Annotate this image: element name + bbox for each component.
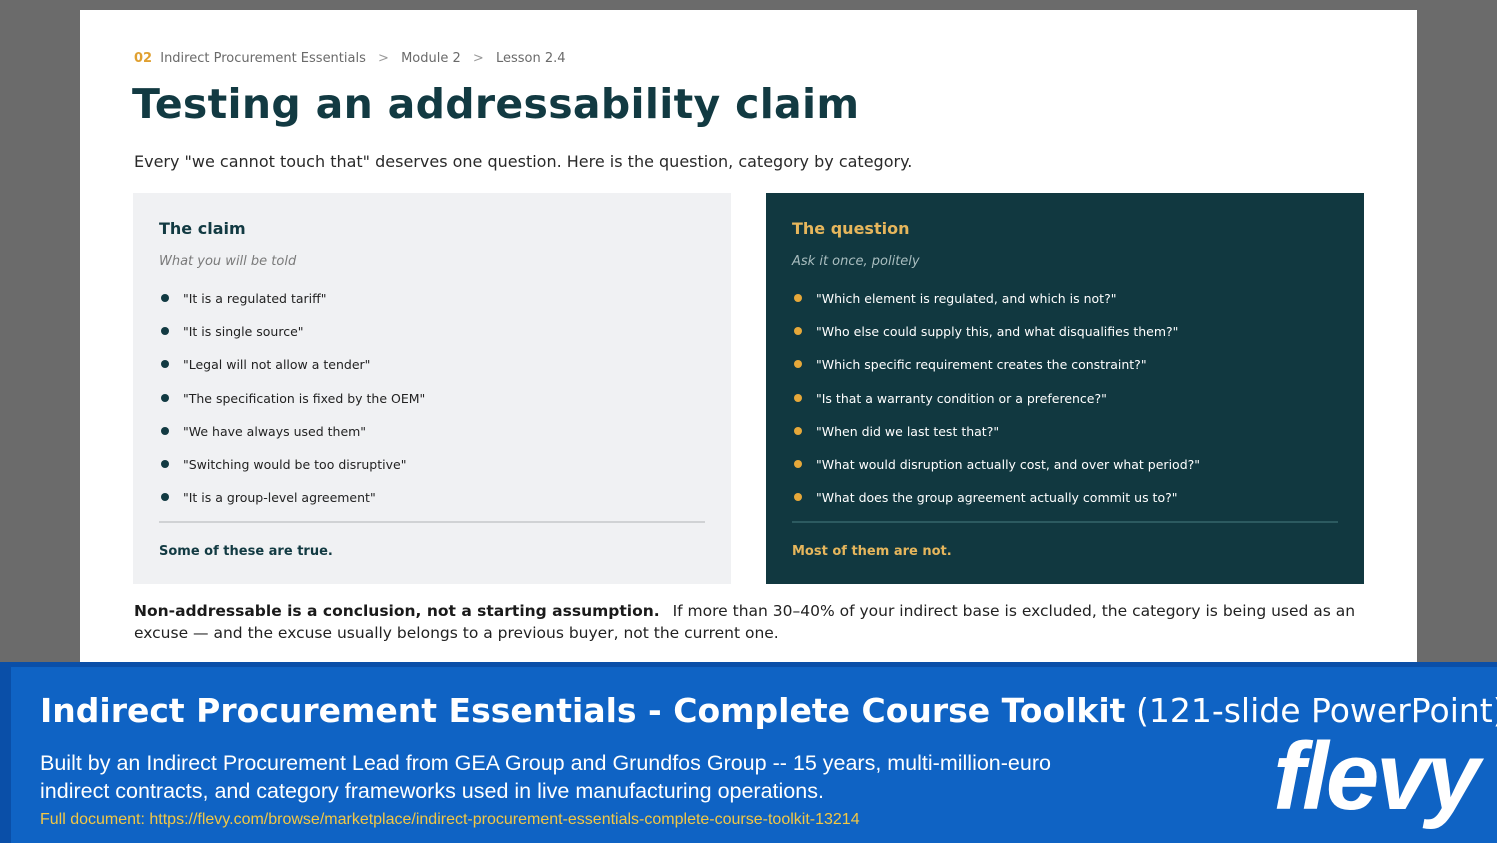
bullet-icon	[794, 294, 802, 302]
claim-list-item: "It is a regulated tariff"	[159, 291, 425, 324]
bullet-icon	[794, 393, 802, 402]
claim-list-item: "It is single source"	[159, 324, 425, 357]
breadcrumb-course: Indirect Procurement Essentials	[160, 51, 366, 66]
claim-card: The claim What you will be told "It is a…	[133, 193, 731, 584]
question-card-subheading: Ask it once, politely	[792, 254, 920, 269]
claim-list: "It is a regulated tariff" "It is single…	[159, 291, 425, 523]
claim-list-item: "We have always used them"	[159, 424, 425, 457]
question-list: "Which element is regulated, and which i…	[792, 291, 1200, 523]
question-list-item: "What would disruption actually cost, an…	[792, 457, 1200, 490]
breadcrumb-number: 02	[134, 51, 153, 66]
bullet-icon	[161, 426, 169, 435]
claim-list-item: "It is a group-level agreement"	[159, 490, 425, 523]
promo-banner: Indirect Procurement Essentials - Comple…	[0, 662, 1497, 843]
bullet-icon	[161, 459, 169, 468]
breadcrumb-lesson: Lesson 2.4	[495, 51, 566, 66]
claim-card-footer: Some of these are true.	[159, 544, 333, 559]
question-list-item: "Is that a warranty condition or a prefe…	[792, 391, 1200, 424]
flevy-logo[interactable]: flevy	[1273, 729, 1480, 825]
breadcrumb-module: Module 2	[401, 51, 461, 66]
question-list-item: "Who else could supply this, and what di…	[792, 324, 1200, 357]
slide-subtitle: Every "we cannot touch that" deserves on…	[134, 152, 913, 171]
slide: 02 Indirect Procurement Essentials > Mod…	[80, 10, 1417, 670]
question-list-item: "Which specific requirement creates the …	[792, 357, 1200, 390]
takeaway-lead: Non-addressable is a conclusion, not a s…	[134, 602, 660, 620]
divider	[159, 521, 705, 523]
bullet-icon	[794, 360, 802, 369]
claim-card-subheading: What you will be told	[159, 254, 297, 269]
promo-banner-panel: Indirect Procurement Essentials - Comple…	[11, 667, 1497, 843]
claim-card-heading: The claim	[159, 219, 246, 238]
question-card-footer: Most of them are not.	[792, 544, 952, 559]
bullet-icon	[794, 327, 802, 336]
takeaway-note: Non-addressable is a conclusion, not a s…	[134, 600, 1374, 644]
question-list-item: "What does the group agreement actually …	[792, 490, 1200, 523]
bullet-icon	[161, 327, 169, 336]
bullet-icon	[161, 393, 169, 402]
slide-title: Testing an addressability claim	[132, 80, 860, 128]
banner-document-link[interactable]: Full document: https://flevy.com/browse/…	[40, 811, 860, 829]
question-card-heading: The question	[792, 219, 910, 238]
banner-title-main: Indirect Procurement Essentials - Comple…	[40, 691, 1126, 730]
breadcrumb-separator: >	[472, 51, 484, 66]
breadcrumb: 02 Indirect Procurement Essentials > Mod…	[134, 51, 566, 66]
question-list-item: "When did we last test that?"	[792, 424, 1200, 457]
claim-list-item: "The specification is fixed by the OEM"	[159, 391, 425, 424]
claim-list-item: "Switching would be too disruptive"	[159, 457, 425, 490]
question-card: The question Ask it once, politely "Whic…	[766, 193, 1364, 584]
bullet-icon	[794, 459, 802, 468]
question-list-item: "Which element is regulated, and which i…	[792, 291, 1200, 324]
bullet-icon	[161, 294, 169, 302]
bullet-icon	[161, 493, 169, 502]
bullet-icon	[161, 360, 169, 369]
claim-list-item: "Legal will not allow a tender"	[159, 357, 425, 390]
flevy-logo-text: flevy	[1273, 723, 1480, 830]
breadcrumb-separator: >	[378, 51, 389, 66]
bullet-icon	[794, 426, 802, 435]
banner-description: Built by an Indirect Procurement Lead fr…	[40, 751, 1051, 803]
bullet-icon	[794, 493, 802, 502]
divider	[792, 521, 1338, 523]
